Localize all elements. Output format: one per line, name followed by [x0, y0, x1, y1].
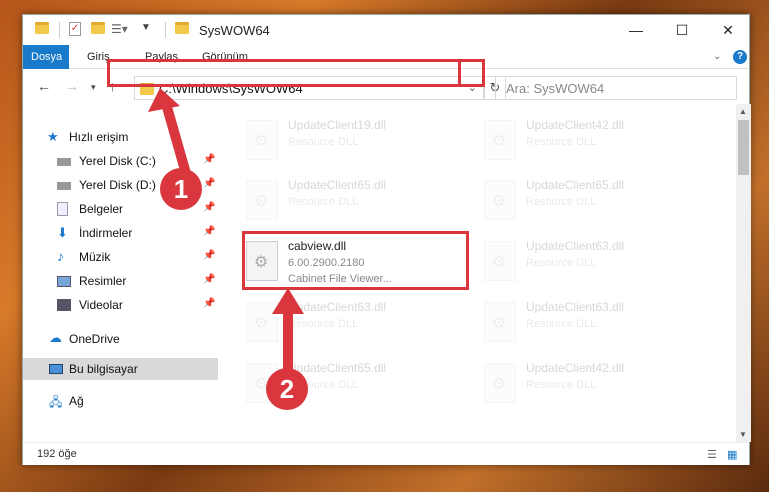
- arrow-1-head: [148, 88, 180, 112]
- annotation-arrows: [148, 88, 304, 380]
- arrow-2-head: [272, 288, 304, 314]
- step-1-badge: 1: [160, 168, 202, 210]
- step-2-badge: 2: [266, 368, 308, 410]
- arrow-1: [160, 95, 190, 175]
